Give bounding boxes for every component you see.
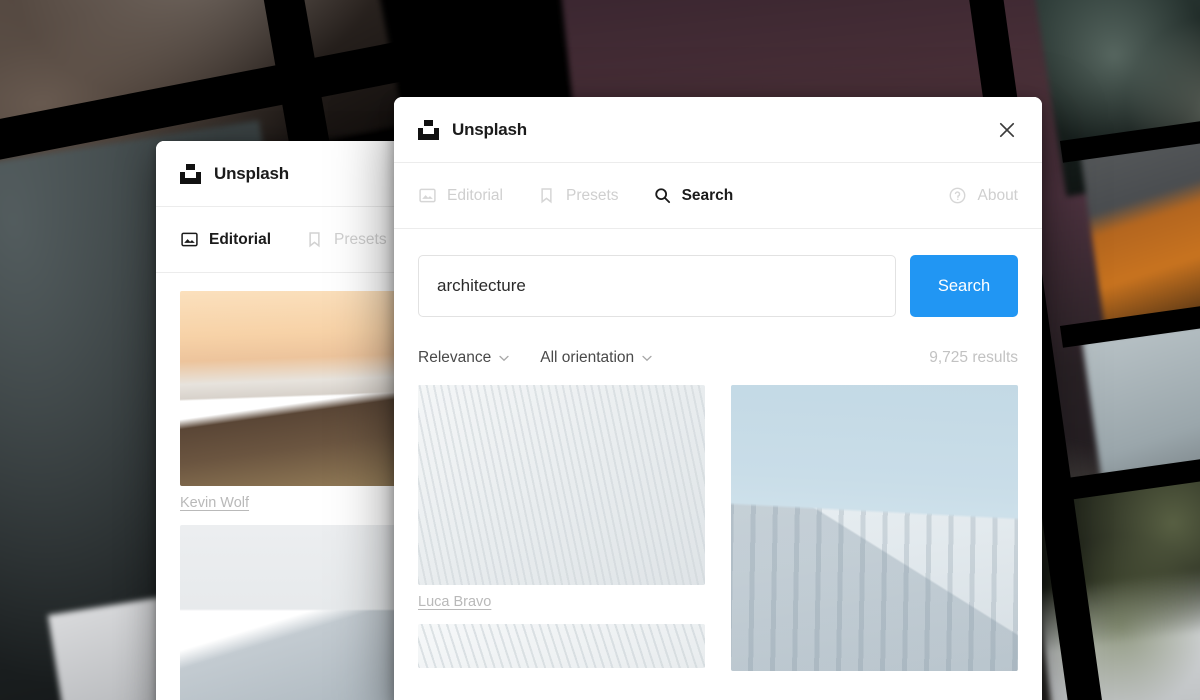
- tab-label: Presets: [566, 186, 619, 204]
- photo-thumbnail[interactable]: [731, 385, 1018, 671]
- help-circle-icon: [948, 186, 967, 205]
- chevron-down-icon: [642, 355, 652, 362]
- screenshot-root: Unsplash Editorial Presets Kevin Wolf Un…: [0, 0, 1200, 700]
- results-grid: Luca Bravo: [394, 385, 1042, 681]
- photo-thumbnail[interactable]: [418, 624, 705, 668]
- photo-card[interactable]: Luca Bravo: [418, 385, 705, 614]
- app-title: Unsplash: [452, 119, 527, 139]
- tab-label: Editorial: [447, 186, 503, 204]
- tab-label: Editorial: [209, 230, 272, 248]
- filter-bar: Relevance All orientation 9,725 results: [394, 343, 1042, 385]
- close-icon: [999, 122, 1015, 137]
- unsplash-window-active[interactable]: Unsplash Editorial Presets Search About …: [394, 97, 1042, 700]
- sort-dropdown[interactable]: Relevance: [418, 349, 510, 367]
- bookmark-icon: [537, 186, 556, 205]
- brand: Unsplash: [180, 163, 289, 184]
- orientation-label: All orientation: [540, 349, 635, 366]
- tab-about[interactable]: About: [948, 186, 1018, 205]
- photo-credit-link[interactable]: Kevin Wolf: [180, 495, 249, 511]
- image-icon: [180, 230, 199, 249]
- tab-label: Search: [681, 186, 734, 204]
- photo-credit-link[interactable]: Luca Bravo: [418, 594, 491, 610]
- tab-presets[interactable]: Presets: [537, 186, 619, 205]
- tab-editorial[interactable]: Editorial: [418, 186, 503, 205]
- tabbar: Editorial Presets Search About: [394, 163, 1042, 229]
- app-title: Unsplash: [214, 163, 289, 183]
- image-icon: [418, 186, 437, 205]
- search-button[interactable]: Search: [910, 255, 1018, 317]
- results-column-left: Luca Bravo: [418, 385, 705, 681]
- tab-label: Presets: [334, 230, 387, 248]
- tab-presets[interactable]: Presets: [305, 230, 387, 249]
- brand: Unsplash: [418, 119, 527, 140]
- sort-label: Relevance: [418, 349, 492, 366]
- results-column-right: [731, 385, 1018, 681]
- close-button[interactable]: [992, 115, 1022, 145]
- tab-editorial[interactable]: Editorial: [180, 230, 271, 249]
- unsplash-logo-icon: [180, 163, 201, 184]
- tab-label: About: [977, 186, 1018, 204]
- tab-search[interactable]: Search: [653, 186, 734, 205]
- titlebar: Unsplash: [394, 97, 1042, 163]
- bookmark-icon: [305, 230, 324, 249]
- search-bar: Search: [394, 229, 1042, 343]
- unsplash-logo-icon: [418, 119, 439, 140]
- search-icon: [653, 186, 672, 205]
- results-count: 9,725 results: [929, 349, 1018, 366]
- search-input[interactable]: [418, 255, 896, 317]
- photo-card[interactable]: [418, 624, 705, 668]
- photo-card[interactable]: [731, 385, 1018, 671]
- photo-thumbnail[interactable]: [418, 385, 705, 585]
- chevron-down-icon: [499, 355, 509, 362]
- orientation-dropdown[interactable]: All orientation: [540, 349, 653, 367]
